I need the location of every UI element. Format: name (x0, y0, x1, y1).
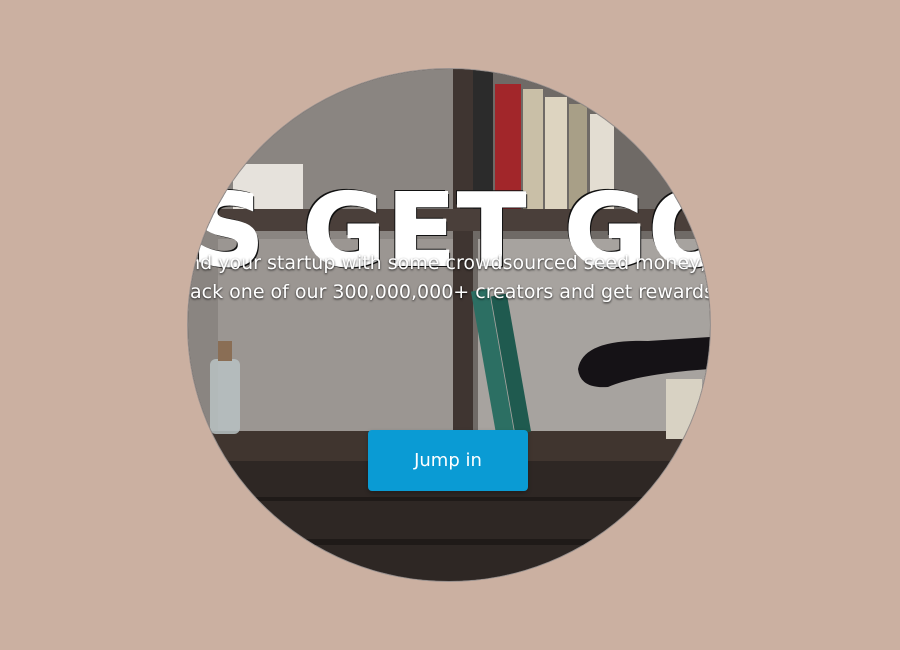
hero-subtitle-line-2: back one of our 300,000,000+ creators an… (188, 281, 710, 303)
jump-in-button[interactable]: Jump in (368, 430, 528, 491)
hero-circle: LET'S GET GOING Fund your startup with s… (188, 69, 710, 581)
hero-subtitle: Fund your startup with some crowdsourced… (188, 249, 710, 307)
hero-subtitle-line-1: Fund your startup with some crowdsourced… (188, 252, 710, 274)
bookshelf-photo (188, 69, 710, 581)
page: LET'S GET GOING Fund your startup with s… (0, 0, 900, 650)
